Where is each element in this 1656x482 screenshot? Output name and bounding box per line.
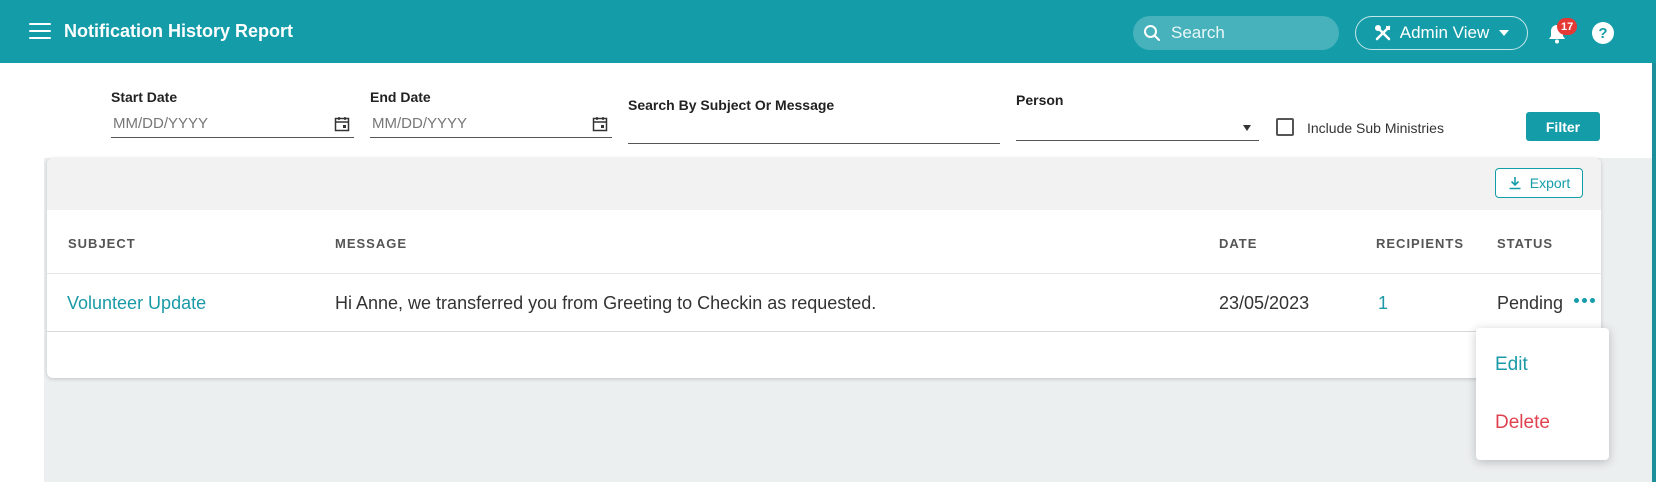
column-message[interactable]: MESSAGE [335,236,407,251]
start-date-field[interactable] [111,110,354,138]
start-date-label: Start Date [111,89,178,105]
left-margin [0,158,44,482]
include-sub-ministries-checkbox[interactable] [1276,118,1294,136]
search-subject-input[interactable] [628,120,1000,144]
row-status: Pending [1497,293,1563,313]
download-icon [1509,177,1521,190]
column-status[interactable]: STATUS [1497,236,1553,251]
window-edge [1652,63,1656,482]
row-date: 23/05/2023 [1219,293,1310,313]
export-button[interactable]: Export [1495,168,1583,198]
tools-icon [1374,25,1391,41]
search-subject-text[interactable] [628,120,1000,143]
search-input[interactable] [1169,22,1329,44]
table-row: Volunteer Update Hi Anne, we transferred… [47,274,1601,332]
export-label: Export [1529,175,1571,191]
row-message: Hi Anne, we transferred you from Greetin… [335,293,877,313]
start-date-input[interactable] [111,114,354,133]
app-header: Notification History Report Admin View 1… [0,0,1656,63]
row-recipients-link[interactable]: 1 [1378,293,1388,314]
filter-button[interactable]: Filter [1526,112,1600,141]
column-subject[interactable]: SUBJECT [68,236,136,251]
global-search[interactable] [1133,16,1339,50]
card-toolbar: Export [47,158,1601,210]
include-sub-ministries-label: Include Sub Ministries [1307,120,1444,136]
row-actions-menu: Edit Delete [1476,328,1609,460]
admin-view-label: Admin View [1399,23,1490,42]
dropdown-arrow-icon [1243,125,1251,131]
end-date-label: End Date [370,89,431,105]
more-actions-icon[interactable] [1574,298,1595,303]
row-subject-link[interactable]: Volunteer Update [67,293,206,314]
search-icon [1144,25,1160,41]
admin-view-dropdown[interactable]: Admin View [1355,16,1528,50]
notification-badge: 17 [1557,18,1578,35]
calendar-icon[interactable] [334,116,350,132]
search-subject-label: Search By Subject Or Message [628,97,835,113]
menu-item-edit[interactable]: Edit [1495,354,1528,376]
page-title: Notification History Report [64,21,294,41]
column-recipients[interactable]: RECIPIENTS [1376,236,1464,251]
chevron-down-icon [1499,30,1510,36]
help-icon[interactable]: ? [1592,22,1614,44]
end-date-input[interactable] [370,114,612,133]
menu-icon[interactable] [29,23,51,41]
column-date[interactable]: DATE [1219,236,1257,251]
person-label: Person [1016,92,1064,108]
menu-item-delete[interactable]: Delete [1495,412,1550,434]
calendar-icon[interactable] [592,116,608,132]
report-card: Export SUBJECT MESSAGE DATE RECIPIENTS S… [47,158,1601,378]
person-select[interactable] [1016,113,1259,141]
end-date-field[interactable] [370,110,612,138]
table-header: SUBJECT MESSAGE DATE RECIPIENTS STATUS [47,210,1601,274]
